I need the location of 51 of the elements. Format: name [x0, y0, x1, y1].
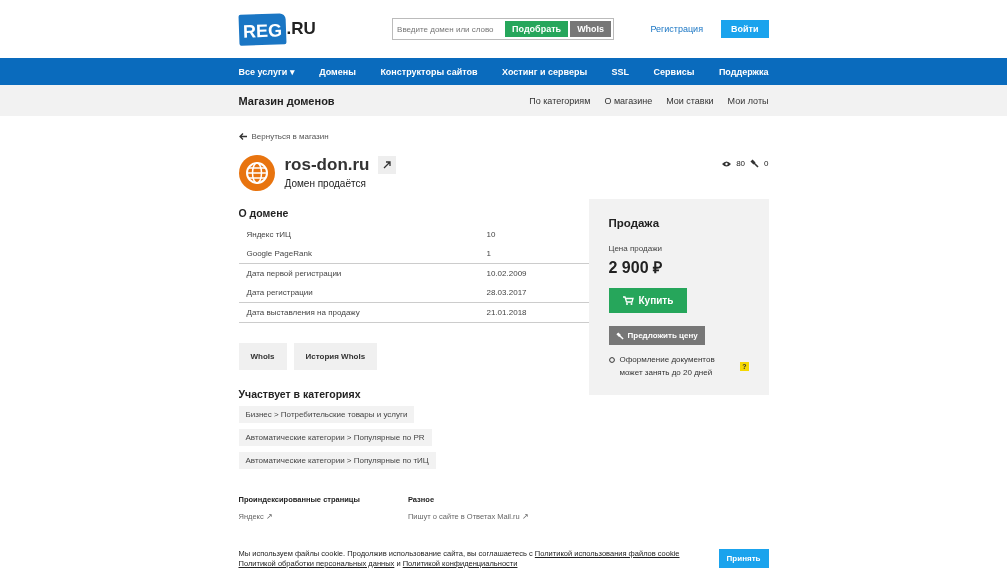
about-title: О домене: [238, 207, 290, 219]
bids-count: 0: [764, 159, 769, 168]
info-value: 28.03.2017: [486, 288, 527, 297]
subnav-link[interactable]: По категориям: [529, 95, 591, 106]
price: 2 900 ₽: [608, 258, 663, 278]
category-tag[interactable]: Автоматические категории > Популярные по PR: [238, 429, 432, 446]
whois-tab-button[interactable]: WhoIs: [238, 343, 287, 370]
subnav-link[interactable]: О магазине: [604, 95, 653, 106]
price-label: Цена продажи: [608, 244, 663, 253]
gavel-icon: [750, 159, 760, 168]
register-link[interactable]: Регистрация: [650, 24, 703, 34]
back-arrow-icon: [238, 133, 247, 140]
section-title: Магазин доменов: [238, 94, 335, 107]
category-tag[interactable]: Автоматические категории > Популярные по тИЦ: [238, 452, 436, 469]
domain-name: ros-don.ru: [284, 155, 370, 175]
external-link-icon[interactable]: [377, 156, 396, 174]
nav-item[interactable]: Конструкторы сайтов: [380, 66, 478, 77]
info-value: 1: [486, 249, 491, 258]
info-label: Яндекс тИЦ: [246, 230, 292, 239]
subnav-link[interactable]: Мои ставки: [666, 95, 714, 106]
note-text: Оформление документов может занять до 20 дней: [619, 354, 716, 379]
nav-item[interactable]: Хостинг и серверы: [502, 66, 588, 77]
subnav-link[interactable]: Мои лоты: [727, 95, 769, 106]
whois-button[interactable]: WhoIs: [570, 21, 612, 37]
nav-item[interactable]: SSL: [611, 66, 630, 77]
globe-icon: [238, 155, 275, 191]
info-label: Дата первой регистрации: [246, 269, 343, 278]
nav-item[interactable]: Все услуги ▾: [238, 66, 295, 77]
logo[interactable]: REG: [237, 12, 287, 46]
info-label: Google PageRank: [246, 249, 313, 258]
search-field[interactable]: Введите домен или слово Подобрать WhoIs: [392, 18, 615, 40]
info-value: 21.01.2018: [486, 308, 527, 317]
categories-title: Участвует в категориях: [238, 388, 362, 400]
nav-item[interactable]: Поддержка: [718, 66, 769, 77]
info-label: Дата регистрации: [246, 288, 314, 297]
views-count: 80: [736, 159, 746, 168]
nav-item[interactable]: Домены: [319, 66, 356, 77]
info-value: 10: [486, 230, 496, 239]
logo-suffix: .RU: [286, 19, 316, 39]
gavel-icon: [615, 331, 624, 340]
info-label: Дата выставления на продажу: [246, 308, 361, 317]
offer-price-button[interactable]: Предложить цену: [608, 326, 705, 345]
back-link[interactable]: Вернуться в магазин: [251, 132, 329, 141]
domain-status: Домен продаётся: [284, 178, 367, 189]
cart-icon: [622, 296, 634, 305]
nav-item[interactable]: Сервисы: [653, 66, 695, 77]
whois-tab-button[interactable]: История WhoIs: [293, 343, 378, 370]
eye-icon: [722, 160, 732, 167]
info-value: 10.02.2009: [486, 269, 527, 278]
sale-title: Продажа: [608, 217, 661, 229]
category-tag[interactable]: Бизнес > Потребительские товары и услуги: [238, 406, 415, 423]
